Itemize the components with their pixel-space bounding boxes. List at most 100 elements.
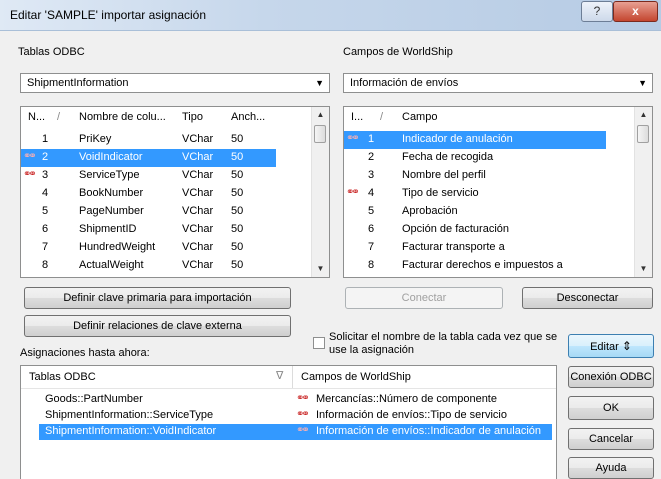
sort-icon: / [380, 111, 384, 123]
header-worldship-fields[interactable]: Campos de WorldShip [301, 371, 411, 383]
odbc-connection-button[interactable]: Conexión ODBC [568, 366, 654, 388]
column-width: 50 [231, 259, 244, 271]
column-type: VChar [182, 187, 214, 199]
prompt-label-line-1: Solicitar el nombre de la tabla cada vez… [329, 331, 558, 343]
mappings-label: Asignaciones hasta ahora: [20, 347, 150, 359]
prompt-table-name-checkbox[interactable] [313, 337, 325, 349]
header-odbc-tables[interactable]: Tablas ODBC [29, 371, 96, 383]
column-number: 5 [42, 205, 49, 217]
close-button[interactable]: x [613, 1, 658, 22]
mapping-worldship-field: Información de envíos::Indicador de anul… [316, 425, 542, 437]
field-name: Indicador de anulación [402, 133, 513, 145]
column-number: 6 [42, 223, 49, 235]
edit-button-label: Editar [590, 341, 619, 353]
field-index: 5 [368, 205, 375, 217]
worldship-fields-header: I... / Campo [344, 107, 636, 129]
odbc-column-row[interactable]: 8 ActualWeight VChar 50 [21, 257, 276, 275]
worldship-field-row[interactable]: ⚭⚭ 4 Tipo de servicio [344, 185, 606, 203]
column-width: 50 [231, 241, 244, 253]
column-type: VChar [182, 259, 214, 271]
column-width: 50 [231, 169, 244, 181]
column-number: 3 [42, 169, 49, 181]
odbc-tables-label: Tablas ODBC [18, 46, 85, 58]
worldship-field-row[interactable]: 2 Fecha de recogida [344, 149, 606, 167]
worldship-field-row[interactable]: ⚭⚭ 1 Indicador de anulación [344, 131, 606, 149]
worldship-field-row[interactable]: 8 Facturar derechos e impuestos a [344, 257, 606, 275]
link-chain-icon: ⚭⚭ [346, 133, 360, 144]
mappings-header: Tablas ODBC ∇ Campos de WorldShip [21, 366, 556, 389]
header-width[interactable]: Anch... [231, 111, 265, 123]
column-name: BookNumber [79, 187, 144, 199]
column-width: 50 [231, 205, 244, 217]
column-type: VChar [182, 223, 214, 235]
link-chain-icon: ⚭⚭ [296, 425, 310, 436]
odbc-scrollbar[interactable]: ▲ ▼ [311, 107, 329, 277]
help-button[interactable]: Ayuda [568, 457, 654, 479]
column-width: 50 [231, 151, 244, 163]
odbc-columns-list[interactable]: N... / Nombre de colu... Tipo Anch... 1 P… [20, 106, 330, 278]
field-index: 8 [368, 259, 375, 271]
worldship-table-select-value: Información de envíos [350, 77, 459, 89]
odbc-table-select[interactable]: ShipmentInformation ▼ [20, 73, 330, 93]
column-number: 4 [42, 187, 49, 199]
header-number[interactable]: N... [28, 111, 45, 123]
odbc-column-row[interactable]: 4 BookNumber VChar 50 [21, 185, 276, 203]
header-field[interactable]: Campo [402, 111, 437, 123]
column-number: 2 [42, 151, 49, 163]
connect-button[interactable]: Conectar [345, 287, 503, 309]
help-title-button[interactable]: ? [581, 1, 613, 22]
header-column-name[interactable]: Nombre de colu... [79, 111, 166, 123]
mapping-odbc-field: ShipmentInformation::VoidIndicator [45, 425, 217, 437]
field-name: Facturar derechos e impuestos a [402, 259, 563, 271]
worldship-field-row[interactable]: 5 Aprobación [344, 203, 606, 221]
mapping-row[interactable]: ShipmentInformation::VoidIndicator ⚭⚭ Info… [39, 424, 552, 440]
edit-button[interactable]: Editar ⇕ [568, 334, 654, 358]
define-foreign-key-button[interactable]: Definir relaciones de clave externa [24, 315, 291, 337]
mappings-list[interactable]: Tablas ODBC ∇ Campos de WorldShip Goods:… [20, 365, 557, 479]
odbc-column-row[interactable]: 5 PageNumber VChar 50 [21, 203, 276, 221]
worldship-table-select[interactable]: Información de envíos ▼ [343, 73, 653, 93]
worldship-scrollbar[interactable]: ▲ ▼ [634, 107, 652, 277]
worldship-field-row[interactable]: 6 Opción de facturación [344, 221, 606, 239]
worldship-field-row[interactable]: 3 Nombre del perfil [344, 167, 606, 185]
odbc-column-row[interactable]: 1 PriKey VChar 50 [21, 131, 276, 149]
mapping-worldship-field: Información de envíos::Tipo de servicio [316, 409, 507, 421]
mapping-row[interactable]: ShipmentInformation::ServiceType ⚭⚭ Inform… [39, 408, 552, 424]
odbc-column-row[interactable]: ⚭⚭ 3 ServiceType VChar 50 [21, 167, 276, 185]
header-type[interactable]: Tipo [182, 111, 203, 123]
cancel-button[interactable]: Cancelar [568, 428, 654, 450]
worldship-field-row[interactable]: 7 Facturar transporte a [344, 239, 606, 257]
column-name: ActualWeight [79, 259, 144, 271]
scroll-down-icon[interactable]: ▼ [635, 261, 652, 277]
resize-cursor-icon: ⇕ [621, 339, 632, 353]
column-type: VChar [182, 241, 214, 253]
field-name: Facturar transporte a [402, 241, 505, 253]
chevron-down-icon[interactable]: ▼ [638, 78, 647, 88]
scroll-thumb[interactable] [314, 125, 326, 143]
mapping-odbc-field: ShipmentInformation::ServiceType [45, 409, 214, 421]
window-title: Editar 'SAMPLE' importar asignación [10, 8, 207, 22]
odbc-column-row[interactable]: 7 HundredWeight VChar 50 [21, 239, 276, 257]
column-type: VChar [182, 133, 214, 145]
column-name: PageNumber [79, 205, 144, 217]
field-name: Tipo de servicio [402, 187, 479, 199]
odbc-column-row[interactable]: ⚭⚭ 2 VoidIndicator VChar 50 [21, 149, 276, 167]
header-index[interactable]: I... [351, 111, 363, 123]
odbc-column-row[interactable]: 6 ShipmentID VChar 50 [21, 221, 276, 239]
scroll-thumb[interactable] [637, 125, 649, 143]
chevron-down-icon[interactable]: ▼ [315, 78, 324, 88]
ok-button[interactable]: OK [568, 396, 654, 420]
scroll-up-icon[interactable]: ▲ [635, 107, 652, 123]
field-index: 6 [368, 223, 375, 235]
column-divider [292, 366, 293, 388]
column-type: VChar [182, 205, 214, 217]
scroll-down-icon[interactable]: ▼ [312, 261, 329, 277]
scroll-up-icon[interactable]: ▲ [312, 107, 329, 123]
column-name: ServiceType [79, 169, 140, 181]
mapping-row[interactable]: Goods::PartNumber ⚭⚭ Mercancías::Número de… [39, 392, 552, 408]
prompt-table-name-label: Solicitar el nombre de la tabla cada vez… [329, 331, 557, 357]
define-primary-key-button[interactable]: Definir clave primaria para importación [24, 287, 291, 309]
column-name: PriKey [79, 133, 112, 145]
disconnect-button[interactable]: Desconectar [522, 287, 653, 309]
worldship-fields-list[interactable]: I... / Campo ⚭⚭ 1 Indicador de anulación 2 F… [343, 106, 653, 278]
